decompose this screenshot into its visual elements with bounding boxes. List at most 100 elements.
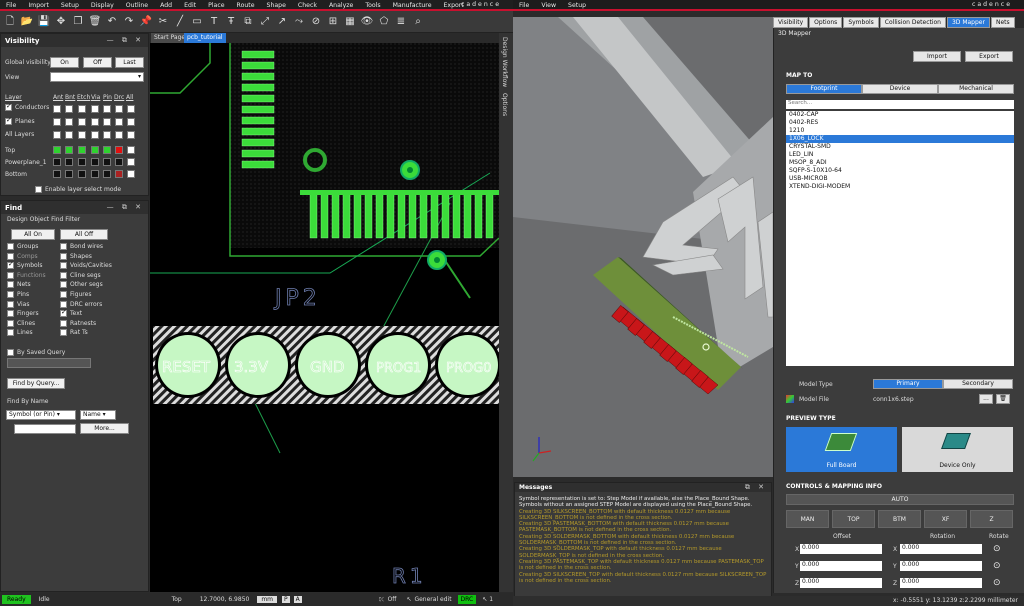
visibility-checkbox[interactable] [53, 131, 61, 139]
copy-icon[interactable]: ❐ [71, 15, 85, 29]
pcb-tutorial-tab[interactable]: pcb_tutorial [184, 33, 226, 43]
find-by-query-button[interactable]: Find by Query... [7, 378, 65, 389]
visibility-checkbox[interactable] [103, 105, 111, 113]
visibility-checkbox[interactable] [53, 158, 61, 166]
all-off-button[interactable]: All Off [60, 229, 108, 240]
add-line-icon[interactable]: ╱ [173, 15, 187, 29]
visibility-checkbox[interactable] [91, 158, 99, 166]
tab-options[interactable]: Options [809, 17, 843, 28]
auto-button[interactable]: AUTO [786, 494, 1014, 505]
list-item[interactable]: MSOP_8_ADI [786, 159, 1014, 167]
list-item[interactable]: XTEND-DIGI-MODEM [786, 183, 1014, 191]
saved-query-option[interactable]: By Saved Query [7, 349, 65, 356]
start-page-tab[interactable]: Start Page [151, 33, 189, 43]
conductors-row[interactable]: Conductors [5, 102, 49, 111]
find-filter-ratnests[interactable]: Ratnests [60, 319, 96, 327]
visibility-checkbox[interactable] [78, 170, 86, 178]
visibility-checkbox[interactable] [115, 118, 123, 126]
rotate-x-icon[interactable]: ⊙ [993, 544, 1001, 554]
tab-visibility[interactable]: Visibility [773, 17, 809, 28]
footprint-tab[interactable]: Footprint [786, 84, 862, 94]
primary-tab[interactable]: Primary [873, 379, 943, 389]
visibility-checkbox[interactable] [115, 131, 123, 139]
options-side-tab[interactable]: Options [501, 93, 508, 116]
delete-icon[interactable]: 🗑 [88, 15, 102, 29]
menu-view-3d[interactable]: View [535, 2, 562, 9]
place-icon[interactable]: ⧉ [241, 15, 255, 29]
find-filter-fingers[interactable]: Fingers [7, 310, 39, 318]
visibility-checkbox[interactable] [115, 158, 123, 166]
bottom-row[interactable]: Bottom [5, 171, 27, 178]
enable-layer-select[interactable]: Enable layer select mode [35, 186, 121, 193]
planes-row[interactable]: Planes [5, 116, 35, 125]
menu-outline[interactable]: Outline [120, 2, 154, 9]
mechanical-tab[interactable]: Mechanical [938, 84, 1014, 94]
all-on-button[interactable]: All On [11, 229, 55, 240]
layers-icon[interactable]: ≣ [394, 15, 408, 29]
visibility-checkbox[interactable] [65, 131, 73, 139]
grid-icon[interactable]: ⊞ [326, 15, 340, 29]
open-folder-icon[interactable]: 📂 [20, 15, 34, 29]
find-type-select[interactable]: Symbol (or Pin) ▾ [6, 410, 76, 420]
visibility-checkbox[interactable] [65, 118, 73, 126]
find-controls-icon[interactable]: — ⧉ ✕ [107, 203, 144, 212]
rotation-y-input[interactable]: 0.000 [900, 561, 982, 571]
find-filter-lines[interactable]: Lines [7, 329, 33, 337]
search-input[interactable]: Search... [786, 100, 1014, 109]
tab-collision-detection[interactable]: Collision Detection [879, 17, 946, 28]
man-button[interactable]: MAN [786, 510, 829, 528]
footprint-list[interactable]: 0402-CAP 0402-RES 1210 1X06_LOCK CRYSTAL… [786, 111, 1014, 366]
pcb-drawing[interactable]: JP2 RESET 3.3V GND PROG1 PROG0 R1 [150, 43, 499, 592]
visibility-checkbox[interactable] [78, 105, 86, 113]
tab-symbols[interactable]: Symbols [843, 17, 879, 28]
rotation-z-input[interactable]: 0.000 [900, 578, 982, 588]
powerplane-row[interactable]: Powerplane_1 [5, 159, 47, 166]
visibility-checkbox[interactable] [127, 146, 135, 154]
messages-controls-icon[interactable]: ⧉ ✕ [745, 483, 767, 492]
list-item[interactable]: USB-MICROB [786, 175, 1014, 183]
find-filter-symbols[interactable]: Symbols [7, 260, 42, 270]
find-filter-comps[interactable]: Comps [7, 252, 38, 260]
visibility-checkbox[interactable] [91, 118, 99, 126]
visibility-checkbox[interactable] [53, 170, 61, 178]
import-button[interactable]: Import [913, 51, 961, 62]
visibility-checkbox[interactable] [53, 146, 61, 154]
find-filter-pins[interactable]: Pins [7, 291, 29, 298]
visibility-checkbox[interactable] [78, 118, 86, 126]
visibility-checkbox[interactable] [127, 170, 135, 178]
visibility-checkbox[interactable] [78, 131, 86, 139]
design-workflow-tab[interactable]: Design Workflow [501, 37, 508, 87]
more-button[interactable]: More... [80, 423, 129, 434]
menu-add[interactable]: Add [154, 2, 178, 9]
visibility-checkbox[interactable] [65, 146, 73, 154]
menu-setup[interactable]: Setup [55, 2, 85, 9]
menu-analyze[interactable]: Analyze [323, 2, 359, 9]
full-board-button[interactable]: Full Board [786, 427, 897, 472]
visibility-checkbox[interactable] [103, 170, 111, 178]
visibility-checkbox[interactable] [91, 131, 99, 139]
3d-scene[interactable] [513, 17, 773, 477]
find-filter-drc-errors[interactable]: DRC errors [60, 300, 102, 308]
find-name-input[interactable] [14, 424, 76, 434]
menu-import[interactable]: Import [22, 2, 55, 9]
menu-place[interactable]: Place [202, 2, 230, 9]
visibility-checkbox[interactable] [53, 118, 61, 126]
find-filter-cline-segs[interactable]: Cline segs [60, 271, 101, 279]
menu-shape[interactable]: Shape [261, 2, 292, 9]
device-only-button[interactable]: Device Only [902, 427, 1013, 472]
list-item[interactable]: SQFP-S-10X10-64 [786, 167, 1014, 175]
route-icon[interactable]: ⤢ [258, 15, 272, 29]
find-filter-functions[interactable]: Functions [7, 271, 46, 279]
device-tab[interactable]: Device [862, 84, 938, 94]
top-row[interactable]: Top [5, 147, 15, 154]
find-field-select[interactable]: Name ▾ [80, 410, 116, 420]
visibility-checkbox[interactable] [103, 146, 111, 154]
menu-manufacture[interactable]: Manufacture [387, 2, 438, 9]
edit-text-icon[interactable]: Ŧ [224, 15, 238, 29]
save-icon[interactable]: 💾 [37, 15, 51, 29]
panel-controls-icon[interactable]: — ⧉ ✕ [107, 36, 144, 45]
move-icon[interactable]: ✥ [54, 15, 68, 29]
visibility-checkbox[interactable] [53, 105, 61, 113]
global-off-button[interactable]: Off [83, 57, 112, 68]
visibility-checkbox[interactable] [127, 105, 135, 113]
